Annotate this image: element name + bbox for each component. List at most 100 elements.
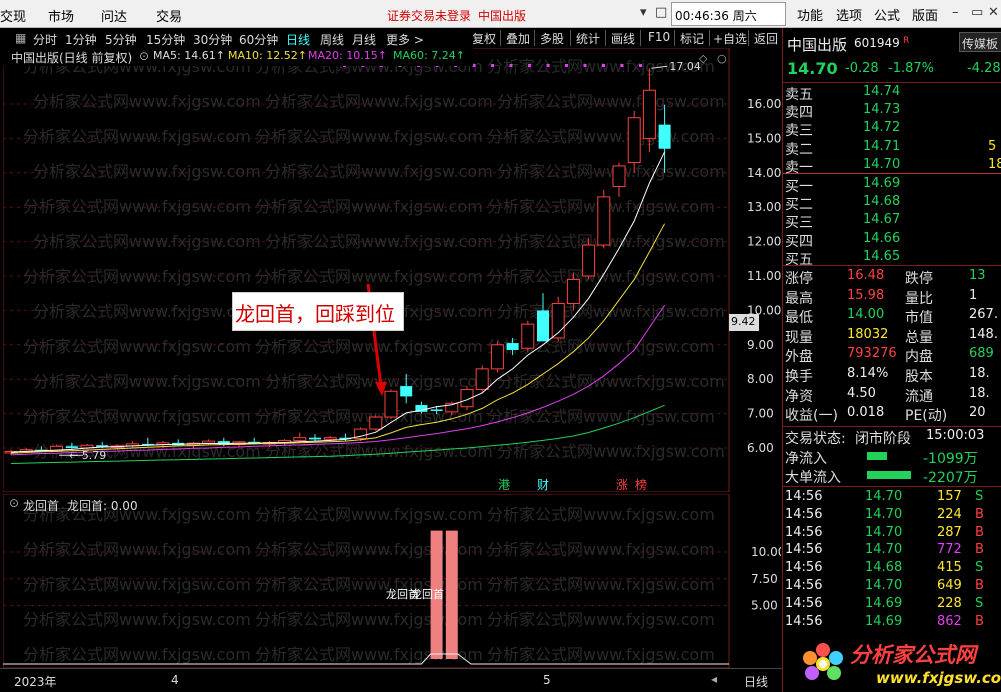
tool-draw[interactable]: 画线 xyxy=(611,30,635,47)
tool-add-watch[interactable]: +自选 xyxy=(713,30,747,47)
ask-price: 14.74 xyxy=(863,84,901,99)
tick-time: 14:56 xyxy=(785,506,823,522)
bid-row[interactable]: 买三 14.67 xyxy=(783,212,1001,231)
period-tab-3[interactable]: 15分钟 xyxy=(146,31,185,48)
tick-row[interactable]: 14:56 14.68 415 S xyxy=(783,560,1001,579)
tool-back[interactable]: 返回 xyxy=(754,30,778,47)
tool-stats[interactable]: 统计 xyxy=(576,30,600,47)
bid-row[interactable]: 买五 14.65 xyxy=(783,249,1001,268)
price-cursor-label: 9.42 xyxy=(729,314,759,331)
login-warning[interactable]: 证券交易未登录 xyxy=(387,7,471,24)
period-tab-4[interactable]: 30分钟 xyxy=(193,31,232,48)
period-tab-5[interactable]: 60分钟 xyxy=(239,31,278,48)
tool-f10[interactable]: F10 xyxy=(648,30,670,44)
period-tab-9[interactable]: 更多 > xyxy=(386,31,424,48)
stat-row[interactable]: 换手 8.14% 股本 18. xyxy=(783,366,1001,385)
bid-row[interactable]: 买四 14.66 xyxy=(783,231,1001,250)
watermark-text: 分析家公式网www.fxjgsw.com xyxy=(23,645,251,664)
event-tag: 涨 xyxy=(616,477,628,492)
close-icon[interactable]: ✕ xyxy=(988,5,999,20)
watermark-text: 分析家公式网www.fxjgsw.com xyxy=(23,337,251,356)
stat-label: 最低 xyxy=(785,310,813,327)
period-tab-6[interactable]: 日线 xyxy=(286,31,310,48)
watermark-text: 分析家公式网www.fxjgsw.com xyxy=(33,92,261,111)
dropdown-arrow-icon[interactable]: ▾ xyxy=(640,5,647,20)
stock-name-title: 中国出版 xyxy=(478,9,527,23)
ask-row[interactable]: 卖一 14.70 18 xyxy=(783,157,1001,176)
tool-mark[interactable]: 标记 xyxy=(680,30,704,47)
stat-row[interactable]: 现量 18032 总量 148. xyxy=(783,327,1001,346)
tick-row[interactable]: 14:56 14.69 228 S xyxy=(783,596,1001,615)
bid-row[interactable]: 买一 14.69 xyxy=(783,176,1001,195)
menu-item-formula[interactable]: 公式 xyxy=(874,5,900,24)
stat-row[interactable]: 最高 15.98 量比 1 xyxy=(783,288,1001,307)
indicator-settings-icon[interactable]: ⊙ xyxy=(9,496,19,510)
ask-row[interactable]: 卖三 14.72 xyxy=(783,120,1001,139)
period-tab-8[interactable]: 月线 xyxy=(352,31,376,48)
menu-item-market[interactable]: 市场 xyxy=(48,6,74,25)
tool-adjust[interactable]: 复权 xyxy=(472,30,496,47)
menu-item-trade[interactable]: 交易 xyxy=(156,6,182,25)
ask-volume: 5 xyxy=(988,138,997,154)
logo-url: www.fxjgsw.com xyxy=(876,669,1001,687)
tick-row[interactable]: 14:56 14.70 772 B xyxy=(783,542,1001,561)
stat-value: 4.50 xyxy=(847,385,876,401)
indicator-chart[interactable]: 5.007.5010.00分析家公式网www.fxjgsw.com分析家公式网w… xyxy=(2,493,785,669)
callout-annotation: 龙回首，回踩到位 xyxy=(232,292,404,331)
tick-side: S xyxy=(975,595,984,611)
tick-row[interactable]: 14:56 14.69 862 B xyxy=(783,614,1001,633)
watermark-text: 分析家公式网www.fxjgsw.com xyxy=(497,442,725,461)
tick-row[interactable]: 14:56 14.70 157 S xyxy=(783,489,1001,508)
big-inflow-value: -2207万 xyxy=(923,470,978,486)
logo-text: 分析家公式网 xyxy=(850,643,976,667)
ask-row[interactable]: 卖二 14.71 5 xyxy=(783,139,1001,158)
indicator-chart-svg: 5.007.5010.00分析家公式网www.fxjgsw.com分析家公式网w… xyxy=(2,493,785,669)
stat-value: 16.48 xyxy=(847,268,885,283)
ask-row[interactable]: 卖四 14.73 xyxy=(783,102,1001,121)
stat-row[interactable]: 外盘 793276 内盘 689 xyxy=(783,346,1001,365)
candlestick-chart[interactable]: 6.00 7.00 8.00 9.00 10.00 11.00 12.00 13.00 14.0… xyxy=(2,47,781,493)
menu-item-ask[interactable]: 问达 xyxy=(101,6,127,25)
tick-volume: 415 xyxy=(937,560,962,576)
menu-item-layout[interactable]: 版面 xyxy=(912,5,938,24)
bid-row[interactable]: 买二 14.68 xyxy=(783,194,1001,213)
tick-row[interactable]: 14:56 14.70 287 B xyxy=(783,525,1001,544)
restore-icon[interactable]: ▭ xyxy=(971,5,983,20)
watermark-text: 分析家公式网www.fxjgsw.com xyxy=(255,267,483,286)
grid-icon[interactable]: ▦ xyxy=(15,31,26,45)
y-tick-label: 8.00 xyxy=(747,372,774,386)
period-tab-2[interactable]: 5分钟 xyxy=(105,31,137,48)
candle-body xyxy=(627,117,641,163)
top-dot-marker xyxy=(528,64,531,67)
sector-tag[interactable]: 传媒板 xyxy=(959,32,1001,52)
tool-multi[interactable]: 多股 xyxy=(540,30,564,47)
menu-item-options[interactable]: 选项 xyxy=(836,5,862,24)
tick-side: B xyxy=(975,542,984,558)
tool-overlay[interactable]: 叠加 xyxy=(506,30,530,47)
stat-row[interactable]: 最低 14.00 市值 267. xyxy=(783,307,1001,326)
stat-row[interactable]: 涨停 16.48 跌停 13 xyxy=(783,268,1001,287)
watermark-text: 分析家公式网www.fxjgsw.com xyxy=(487,505,715,524)
ask-row[interactable]: 卖五 14.74 xyxy=(783,84,1001,103)
period-tab-1[interactable]: 1分钟 xyxy=(65,31,97,48)
tick-row[interactable]: 14:56 14.70 649 B xyxy=(783,578,1001,597)
stat-label: 现量 xyxy=(785,329,813,346)
minimize-icon[interactable]: – xyxy=(952,5,959,20)
tick-row[interactable]: 14:56 14.70 224 B xyxy=(783,507,1001,526)
stat-row[interactable]: 净资 4.50 流通 18. xyxy=(783,386,1001,405)
ask-price: 14.71 xyxy=(863,138,901,154)
period-tab-7[interactable]: 周线 xyxy=(320,31,344,48)
period-tab-0[interactable]: 分时 xyxy=(33,31,57,48)
maximize-icon[interactable]: □ xyxy=(655,5,667,20)
watermark-text: 分析家公式网www.fxjgsw.com xyxy=(497,92,725,111)
ask-label: 卖四 xyxy=(785,105,813,122)
quote-pct: -1.87% xyxy=(888,61,934,76)
stat-value: 18032 xyxy=(847,326,889,342)
menu-item-function[interactable]: 功能 xyxy=(797,5,823,24)
stat-row[interactable]: 收益(一) 0.018 PE(动) 20 xyxy=(783,405,1001,424)
settings-icon[interactable]: ⊙ xyxy=(139,49,149,63)
trade-time: 15:00:03 xyxy=(926,428,985,443)
menu-item-0[interactable]: 交现 xyxy=(0,6,26,25)
candle-body xyxy=(506,343,519,350)
scroll-arrow-icon[interactable]: ◂ xyxy=(711,672,717,686)
